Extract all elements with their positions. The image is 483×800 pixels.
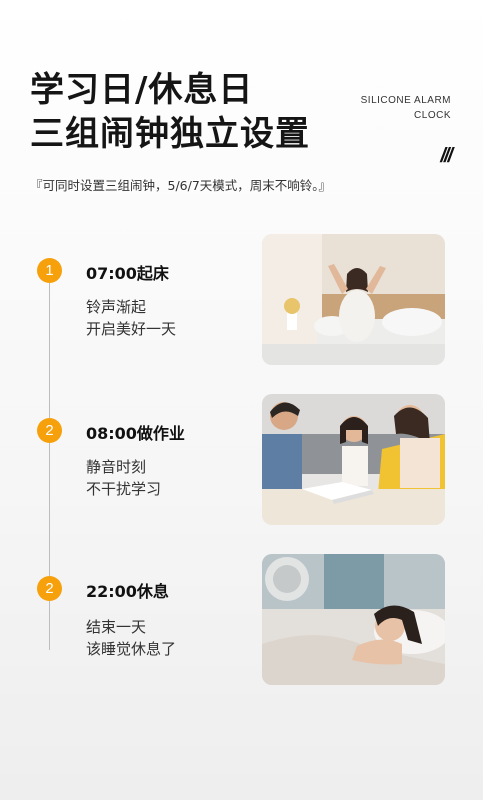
step-badge: 2 — [37, 576, 62, 601]
alarm-description: 静音时刻 不干扰学习 — [86, 456, 161, 500]
waking-up-photo — [262, 234, 445, 365]
alarm-time: 08:00做作业 — [86, 424, 185, 443]
description-line-2: 不干扰学习 — [86, 480, 162, 498]
sleeping-photo — [262, 554, 445, 685]
alarm-description: 结束一天 该睡觉休息了 — [86, 616, 176, 660]
step-badge: 1 — [37, 258, 62, 283]
title-line-1: 学习日/休息日 — [30, 70, 254, 110]
description-line-2: 该睡觉休息了 — [86, 640, 177, 658]
alarm-description: 铃声渐起 开启美好一天 — [86, 296, 176, 340]
description-line-1: 结束一天 — [86, 618, 147, 636]
brand-line-1: SILICONE ALARM — [360, 95, 451, 106]
title-line-2: 三组闹钟独立设置 — [30, 114, 310, 154]
brand-line-2: CLOCK — [414, 110, 451, 121]
alarm-time: 07:00起床 — [86, 264, 169, 283]
step-badge: 2 — [37, 418, 62, 443]
description-line-1: 铃声渐起 — [86, 298, 147, 316]
brand-label: SILICONE ALARM CLOCK — [361, 93, 451, 123]
subtitle: 『可同时设置三组闹钟，5/6/7天模式，周末不响铃。』 — [30, 178, 332, 193]
page-title: 学习日/休息日 三组闹钟独立设置 — [30, 68, 310, 156]
description-line-1: 静音时刻 — [86, 458, 147, 476]
schedule-item-homework: 2 08:00做作业 静音时刻 不干扰学习 — [0, 394, 483, 529]
schedule-item-sleep: 2 22:00休息 结束一天 该睡觉休息了 — [0, 554, 483, 689]
description-line-2: 开启美好一天 — [86, 320, 177, 338]
schedule-item-wakeup: 1 07:00起床 铃声渐起 开启美好一天 — [0, 234, 483, 369]
homework-photo — [262, 394, 445, 525]
decorative-slashes: /// — [440, 145, 453, 167]
alarm-time: 22:00休息 — [86, 582, 169, 601]
